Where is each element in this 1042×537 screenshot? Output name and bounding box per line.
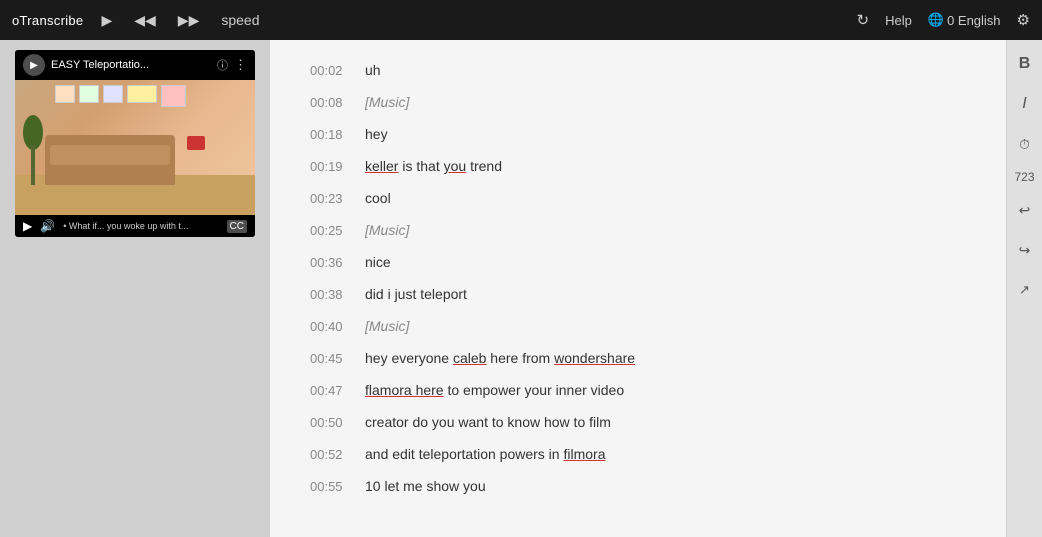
transcript-text[interactable]: flamora here to empower your inner video	[365, 380, 624, 401]
transcript-row: 00:18hey	[310, 124, 966, 148]
clock-button[interactable]: ⏱	[1011, 130, 1039, 158]
italic-button[interactable]: I	[1011, 90, 1039, 118]
language-label: 0 English	[947, 13, 1000, 28]
transcript-row: 00:50creator do you want to know how to …	[310, 412, 966, 436]
link-text[interactable]: keller	[365, 158, 398, 174]
video-info-icon[interactable]: ⓘ	[217, 57, 228, 73]
timestamp: 00:02	[310, 63, 365, 78]
main-area: ▶ EASY Teleportatio... ⓘ ⋮	[0, 40, 1042, 537]
link-text[interactable]: you	[444, 158, 467, 174]
wall-frame-5	[161, 85, 186, 107]
refresh-icon[interactable]: ↻	[857, 11, 870, 29]
video-ctrl-volume[interactable]: 🔊	[40, 219, 55, 233]
transcript-row: 00:38did i just teleport	[310, 284, 966, 308]
globe-icon: 🌐	[928, 12, 944, 28]
help-link[interactable]: Help	[885, 13, 912, 28]
scene-wall-frames	[55, 85, 245, 145]
transcript-text[interactable]: creator do you want to know how to film	[365, 412, 611, 433]
redo-button[interactable]: ↪	[1011, 236, 1039, 264]
timestamp: 00:40	[310, 319, 365, 334]
transcript-text[interactable]: [Music]	[365, 92, 409, 113]
transcript-text[interactable]: [Music]	[365, 316, 409, 337]
video-caption-button[interactable]: CC	[227, 220, 247, 233]
transcript-row: 00:47flamora here to empower your inner …	[310, 380, 966, 404]
speed-button[interactable]: speed	[217, 10, 263, 30]
right-toolbar: B I ⏱ 723 ↩ ↪ ↗	[1006, 40, 1042, 537]
left-panel: ▶ EASY Teleportatio... ⓘ ⋮	[0, 40, 270, 537]
transcript-row: 00:19keller is that you trend	[310, 156, 966, 180]
play-button[interactable]: ▶	[97, 10, 116, 31]
topbar: oTranscribe ▶ ◀◀ ▶▶ speed ↻ Help 🌐 0 Eng…	[0, 0, 1042, 40]
app-logo: oTranscribe	[12, 13, 83, 28]
wall-frame-3	[103, 85, 123, 103]
video-title: EASY Teleportatio...	[51, 59, 211, 71]
transcript-row: 00:40[Music]	[310, 316, 966, 340]
language-button[interactable]: 🌐 0 English	[928, 12, 1001, 28]
timestamp: 00:47	[310, 383, 365, 398]
link-text[interactable]: filmora	[563, 446, 605, 462]
scene-red-box	[187, 136, 205, 150]
transcript-area[interactable]: 00:02uh00:08[Music]00:18hey00:19keller i…	[270, 40, 1006, 537]
transcript-row: 00:08[Music]	[310, 92, 966, 116]
link-text[interactable]: caleb	[453, 350, 486, 366]
forward-button[interactable]: ▶▶	[174, 10, 204, 31]
settings-icon[interactable]: ⚙	[1017, 11, 1030, 29]
transcript-text[interactable]: and edit teleportation powers in filmora	[365, 444, 605, 465]
rewind-button[interactable]: ◀◀	[130, 10, 160, 31]
timestamp: 00:55	[310, 479, 365, 494]
video-container: ▶ EASY Teleportatio... ⓘ ⋮	[15, 50, 255, 237]
transcript-row: 00:36nice	[310, 252, 966, 276]
link-text[interactable]: wondershare	[554, 350, 635, 366]
music-tag: [Music]	[365, 94, 409, 110]
topbar-right: ↻ Help 🌐 0 English ⚙	[857, 11, 1030, 29]
music-tag: [Music]	[365, 222, 409, 238]
wall-frame-1	[55, 85, 75, 103]
transcript-text[interactable]: hey	[365, 124, 388, 145]
wall-frame-2	[79, 85, 99, 103]
music-tag: [Music]	[365, 318, 409, 334]
transcript-text[interactable]: cool	[365, 188, 391, 209]
transcript-row: 00:5510 let me show you	[310, 476, 966, 500]
timestamp: 00:23	[310, 191, 365, 206]
timestamp: 00:08	[310, 95, 365, 110]
transcript-text[interactable]: [Music]	[365, 220, 409, 241]
transcript-row: 00:52and edit teleportation powers in fi…	[310, 444, 966, 468]
bold-button[interactable]: B	[1011, 50, 1039, 78]
video-play-button[interactable]: ▶	[23, 54, 45, 76]
timestamp: 00:36	[310, 255, 365, 270]
plant-stem	[31, 145, 35, 185]
video-more-icon[interactable]: ⋮	[234, 57, 247, 73]
video-caption-text: • What if... you woke up with t...	[63, 221, 218, 231]
timestamp: 00:38	[310, 287, 365, 302]
transcript-text[interactable]: nice	[365, 252, 391, 273]
transcript-row: 00:23cool	[310, 188, 966, 212]
transcript-text[interactable]: keller is that you trend	[365, 156, 502, 177]
video-thumbnail	[15, 80, 255, 215]
video-controls-bar: ▶ 🔊 • What if... you woke up with t... C…	[15, 215, 255, 237]
timestamp: 00:45	[310, 351, 365, 366]
link-text[interactable]: flamora here	[365, 382, 444, 398]
timestamp: 00:18	[310, 127, 365, 142]
word-count: 723	[1014, 170, 1034, 184]
scene-plant	[20, 115, 45, 185]
transcript-text[interactable]: hey everyone caleb here from wondershare	[365, 348, 635, 369]
transcript-text[interactable]: did i just teleport	[365, 284, 467, 305]
undo-button[interactable]: ↩	[1011, 196, 1039, 224]
timestamp: 00:50	[310, 415, 365, 430]
timestamp: 00:19	[310, 159, 365, 174]
transcript-row: 00:25[Music]	[310, 220, 966, 244]
transcript-text[interactable]: uh	[365, 60, 381, 81]
wall-frame-4	[127, 85, 157, 103]
video-ctrl-play[interactable]: ▶	[23, 219, 32, 233]
transcript-row: 00:02uh	[310, 60, 966, 84]
timestamp: 00:52	[310, 447, 365, 462]
video-top-bar: ▶ EASY Teleportatio... ⓘ ⋮	[15, 50, 255, 80]
export-button[interactable]: ↗	[1011, 276, 1039, 304]
timestamp: 00:25	[310, 223, 365, 238]
transcript-row: 00:45hey everyone caleb here from wonder…	[310, 348, 966, 372]
transcript-text[interactable]: 10 let me show you	[365, 476, 486, 497]
